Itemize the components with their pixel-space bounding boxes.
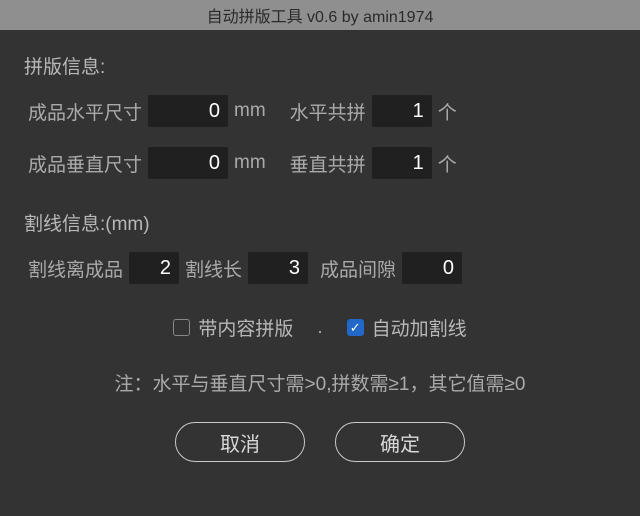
mm-unit: mm (234, 152, 266, 174)
cancel-button[interactable]: 取消 (175, 422, 305, 462)
note-text: 注：水平与垂直尺寸需>0,拼数需≥1，其它值需≥0 (24, 369, 616, 396)
cutline-dist-input[interactable] (129, 252, 179, 284)
dialog-content: 拼版信息: 成品水平尺寸 mm 水平共拼 个 成品垂直尺寸 mm 垂直共拼 个 … (0, 30, 640, 462)
cutline-dist-label: 割线离成品 (28, 255, 123, 282)
v-count-input[interactable] (372, 147, 432, 179)
product-gap-label: 成品间隙 (320, 255, 396, 282)
h-count-label: 水平共拼 (290, 98, 366, 125)
checkmark-icon: ✓ (350, 321, 361, 334)
h-size-input[interactable] (148, 95, 228, 127)
unit-ge: 个 (438, 98, 457, 125)
cutline-section: 割线信息:(mm) 割线离成品 割线长 成品间隙 (24, 209, 616, 284)
product-gap-input[interactable] (402, 252, 462, 284)
v-size-label: 成品垂直尺寸 (28, 150, 142, 177)
checkbox-checked-icon: ✓ (347, 319, 364, 336)
auto-cutline-label: 自动加割线 (372, 314, 467, 341)
unit-ge: 个 (438, 150, 457, 177)
separator-dot: . (317, 317, 322, 339)
ok-button[interactable]: 确定 (335, 422, 465, 462)
v-count-label: 垂直共拼 (290, 150, 366, 177)
h-size-label: 成品水平尺寸 (28, 98, 142, 125)
cutline-section-heading: 割线信息:(mm) (24, 209, 616, 236)
with-content-label: 带内容拼版 (198, 314, 293, 341)
h-count-input[interactable] (372, 95, 432, 127)
imposition-section-heading: 拼版信息: (24, 52, 616, 79)
mm-unit: mm (234, 100, 266, 122)
window-title: 自动拼版工具 v0.6 by amin1974 (207, 3, 434, 27)
auto-cutline-checkbox[interactable]: ✓ 自动加割线 (347, 314, 467, 341)
cutline-len-label: 割线长 (185, 255, 242, 282)
window-titlebar: 自动拼版工具 v0.6 by amin1974 (0, 0, 640, 30)
horizontal-size-row: 成品水平尺寸 mm 水平共拼 个 (24, 95, 616, 127)
cutline-row: 割线离成品 割线长 成品间隙 (24, 252, 616, 284)
checkbox-box-icon (173, 319, 190, 336)
button-row: 取消 确定 (24, 422, 616, 462)
checkbox-row: 带内容拼版 . ✓ 自动加割线 (24, 314, 616, 341)
v-size-input[interactable] (148, 147, 228, 179)
with-content-checkbox[interactable]: 带内容拼版 (173, 314, 293, 341)
vertical-size-row: 成品垂直尺寸 mm 垂直共拼 个 (24, 147, 616, 179)
cutline-len-input[interactable] (248, 252, 308, 284)
